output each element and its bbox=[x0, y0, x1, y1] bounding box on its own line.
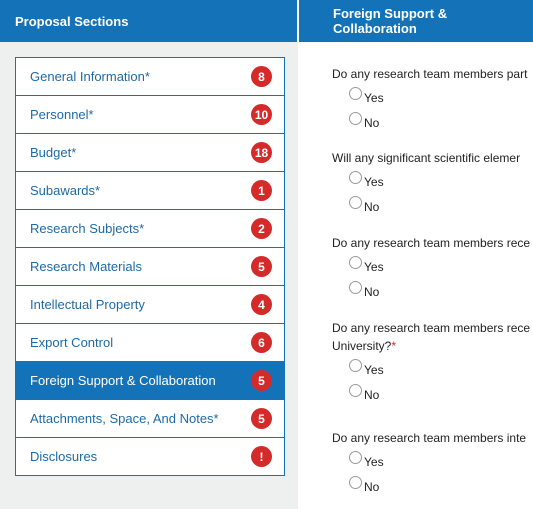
required-marker: * bbox=[391, 339, 397, 353]
section-item-label: Research Materials bbox=[30, 259, 142, 274]
radio-option[interactable]: Yes bbox=[349, 447, 526, 472]
proposal-sections-panel: Proposal Sections General Information* 8 P… bbox=[0, 0, 298, 509]
radio-option[interactable]: Yes bbox=[349, 252, 530, 277]
radio-label: No bbox=[364, 387, 380, 402]
radio-option[interactable]: No bbox=[349, 108, 527, 133]
issue-count-badge: 8 bbox=[251, 66, 272, 87]
radio-label: Yes bbox=[364, 454, 384, 469]
section-item-label: Intellectual Property bbox=[30, 297, 145, 312]
question-text-line: Will any significant scientific elemer bbox=[332, 151, 521, 165]
section-item-label: Budget* bbox=[30, 145, 77, 160]
section-content-title: Foreign Support & Collaboration bbox=[333, 6, 448, 36]
question-text: Do any research team members rece bbox=[332, 319, 530, 337]
section-item-label: Attachments, Space, And Notes* bbox=[30, 411, 219, 426]
radio-option[interactable]: No bbox=[349, 192, 520, 217]
section-item[interactable]: Foreign Support & Collaboration 5 bbox=[15, 362, 285, 400]
radio-label: Yes bbox=[364, 174, 384, 189]
radio-button[interactable] bbox=[349, 359, 362, 372]
section-item[interactable]: Intellectual Property 4 bbox=[15, 286, 285, 324]
question-text: Do any research team members rece bbox=[332, 234, 530, 252]
question-text-line: Do any research team members part bbox=[332, 67, 528, 81]
section-item-label: Export Control bbox=[30, 335, 114, 350]
section-item-label: Research Subjects* bbox=[30, 221, 145, 236]
question-text-line: Do any research team members inte bbox=[332, 431, 527, 445]
section-item[interactable]: General Information* 8 bbox=[15, 58, 285, 96]
issue-count-badge: 5 bbox=[251, 408, 272, 429]
radio-option[interactable]: No bbox=[349, 277, 530, 302]
question: Will any significant scientific elemer Ye… bbox=[332, 149, 520, 217]
issue-count-badge: 5 bbox=[251, 370, 272, 391]
section-item-label: General Information* bbox=[30, 69, 150, 84]
issue-count-badge: 1 bbox=[251, 180, 272, 201]
section-list: General Information* 8 Personnel* 10 Budget*… bbox=[15, 57, 285, 476]
radio-button[interactable] bbox=[349, 112, 362, 125]
radio-label: Yes bbox=[364, 90, 384, 105]
section-item[interactable]: Personnel* 10 bbox=[15, 96, 285, 134]
section-item[interactable]: Attachments, Space, And Notes* 5 bbox=[15, 400, 285, 438]
radio-option[interactable]: Yes bbox=[349, 167, 520, 192]
alert-badge: ! bbox=[251, 446, 272, 467]
radio-label: No bbox=[364, 479, 380, 494]
question-text: Will any significant scientific elemer bbox=[332, 149, 520, 167]
radio-label: No bbox=[364, 284, 380, 299]
section-item[interactable]: Subawards* 1 bbox=[15, 172, 285, 210]
section-item-label: Personnel* bbox=[30, 107, 94, 122]
radio-button[interactable] bbox=[349, 451, 362, 464]
radio-button[interactable] bbox=[349, 196, 362, 209]
section-item-label: Subawards* bbox=[30, 183, 101, 198]
section-content-panel: Foreign Support & Collaboration Do any r… bbox=[298, 0, 533, 509]
question-text: University?* bbox=[332, 337, 530, 355]
section-item[interactable]: Disclosures! bbox=[15, 438, 285, 476]
question: Do any research team members rece Yes No bbox=[332, 234, 530, 302]
question: Do any research team members rece Univers… bbox=[332, 319, 530, 405]
radio-label: Yes bbox=[364, 259, 384, 274]
issue-count-badge: 18 bbox=[251, 142, 272, 163]
section-item[interactable]: Budget* 18 bbox=[15, 134, 285, 172]
radio-button[interactable] bbox=[349, 281, 362, 294]
issue-count-badge: 10 bbox=[251, 104, 272, 125]
question-text-line: University? bbox=[332, 339, 392, 353]
radio-option[interactable]: Yes bbox=[349, 355, 530, 380]
radio-label: Yes bbox=[364, 362, 384, 377]
issue-count-badge: 2 bbox=[251, 218, 272, 239]
radio-label: No bbox=[364, 199, 380, 214]
proposal-sections-header: Proposal Sections bbox=[0, 0, 298, 42]
question: Do any research team members part Yes No bbox=[332, 65, 527, 133]
section-item[interactable]: Research Materials 5 bbox=[15, 248, 285, 286]
issue-count-badge: 4 bbox=[251, 294, 272, 315]
issue-count-badge: 6 bbox=[251, 332, 272, 353]
radio-option[interactable]: No bbox=[349, 380, 530, 405]
radio-button[interactable] bbox=[349, 256, 362, 269]
section-content-header: Foreign Support & Collaboration bbox=[298, 0, 533, 42]
radio-button[interactable] bbox=[349, 87, 362, 100]
issue-count-badge: 5 bbox=[251, 256, 272, 277]
radio-label: No bbox=[364, 115, 380, 130]
section-item-label: Foreign Support & Collaboration bbox=[30, 373, 216, 388]
question-text-line: Do any research team members rece bbox=[332, 321, 531, 335]
section-item[interactable]: Export Control 6 bbox=[15, 324, 285, 362]
radio-button[interactable] bbox=[349, 476, 362, 489]
proposal-sections-title: Proposal Sections bbox=[15, 13, 129, 29]
radio-button[interactable] bbox=[349, 171, 362, 184]
section-item-label: Disclosures bbox=[30, 449, 98, 464]
radio-option[interactable]: Yes bbox=[349, 83, 527, 108]
radio-option[interactable]: No bbox=[349, 472, 526, 497]
question: Do any research team members inte Yes No bbox=[332, 429, 526, 497]
question-text: Do any research team members inte bbox=[332, 429, 526, 447]
question-text: Do any research team members part bbox=[332, 65, 527, 83]
question-text-line: Do any research team members rece bbox=[332, 236, 531, 250]
section-item[interactable]: Research Subjects* 2 bbox=[15, 210, 285, 248]
radio-button[interactable] bbox=[349, 384, 362, 397]
